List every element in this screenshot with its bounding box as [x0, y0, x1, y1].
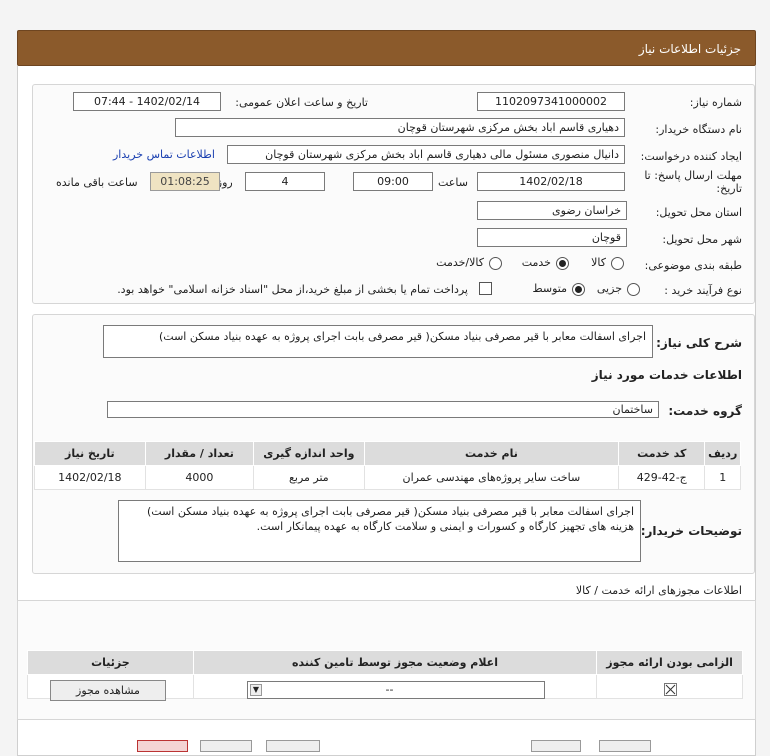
permits-title: اطلاعات مجوزهای ارائه خدمت / کالا: [575, 584, 742, 597]
x-mark-icon: [665, 684, 676, 695]
view-permit-button[interactable]: مشاهده مجوز: [50, 680, 166, 701]
announce-field: 1402/02/14 - 07:44: [73, 92, 221, 111]
cell-service-name: ساخت سایر پروژه‌های مهندسی عمران: [363, 465, 620, 490]
page-title: جزئیات اطلاعات نیاز: [638, 42, 741, 56]
buyer-notes-field: اجرای اسفالت معابر با قیر مصرفی بنیاد مس…: [118, 500, 641, 562]
category-radio-goods[interactable]: کالا: [584, 255, 624, 272]
radio-minor-label: جزیی: [596, 282, 622, 295]
cell-service-code: ج-42-429: [618, 465, 706, 490]
category-label: طبقه بندی موضوعی:: [644, 259, 742, 272]
radio-medium-label: متوسط: [532, 282, 567, 295]
deadline-label-2: تاریخ:: [716, 182, 742, 195]
purchase-radio-minor[interactable]: جزیی: [595, 281, 640, 298]
category-radio-goods-service[interactable]: کالا/خدمت: [426, 255, 502, 272]
deadline-label-1: مهلت ارسال پاسخ: تا: [644, 169, 742, 182]
radio-goods-label: کالا: [591, 256, 606, 269]
summary-label: شرح کلی نیاز:: [656, 336, 742, 350]
col-row: ردیف: [704, 441, 741, 466]
buyer-org-label: نام دستگاه خریدار:: [655, 123, 742, 136]
purchase-type-label: نوع فرآیند خرید :: [664, 284, 742, 297]
bottom-action-button-3[interactable]: [266, 740, 320, 752]
buyer-org-field: دهیاری قاسم اباد بخش مرکزی شهرستان قوچان: [175, 118, 625, 137]
col-need-date: تاریخ نیاز: [34, 441, 146, 466]
need-number-field: 1102097341000002: [477, 92, 625, 111]
province-field: خراسان رضوی: [477, 201, 627, 220]
province-label: استان محل تحویل:: [655, 206, 742, 219]
col-service-name: نام خدمت: [363, 441, 620, 466]
category-radio-service[interactable]: خدمت: [514, 255, 569, 272]
purchase-radio-medium[interactable]: متوسط: [527, 281, 585, 298]
bottom-action-button-5[interactable]: [599, 740, 651, 752]
radio-goods-circle[interactable]: [611, 257, 624, 270]
city-label: شهر محل تحویل:: [662, 233, 742, 246]
cell-unit: متر مربع: [253, 465, 365, 490]
deadline-time-label: ساعت: [438, 176, 468, 189]
treasury-checkbox[interactable]: [479, 282, 492, 295]
announce-label: تاریخ و ساعت اعلان عمومی:: [235, 96, 368, 109]
remaining-time-label: ساعت باقی مانده: [56, 176, 138, 189]
page-header: جزئیات اطلاعات نیاز: [17, 30, 756, 66]
services-title: اطلاعات خدمات مورد نیاز: [591, 368, 742, 382]
deadline-time-field: 09:00: [353, 172, 433, 191]
dropdown-arrow-icon[interactable]: ▼: [250, 684, 262, 696]
col-permit-details: جزئیات: [27, 650, 194, 675]
col-quantity: تعداد / مقدار: [144, 441, 255, 466]
bottom-action-button-2[interactable]: [200, 740, 252, 752]
days-field: 4: [245, 172, 325, 191]
radio-service-label: خدمت: [521, 256, 551, 269]
table-row: 1 ج-42-429 ساخت سایر پروژه‌های مهندسی عم…: [34, 465, 741, 490]
bottom-action-button-1[interactable]: [137, 740, 188, 752]
permit-status-value: --: [385, 683, 394, 696]
col-permit-required: الزامی بودن ارائه مجوز: [596, 650, 743, 675]
services-header-row: ردیف کد خدمت نام خدمت واحد اندازه گیری ت…: [34, 441, 741, 466]
radio-minor-circle[interactable]: [627, 283, 640, 296]
permit-required-checkbox[interactable]: [664, 683, 677, 696]
creator-label: ایجاد کننده درخواست:: [640, 150, 742, 163]
radio-service-circle[interactable]: [556, 257, 569, 270]
radio-goods-service-circle[interactable]: [489, 257, 502, 270]
services-table: ردیف کد خدمت نام خدمت واحد اندازه گیری ت…: [34, 441, 741, 490]
radio-goods-service-label: کالا/خدمت: [436, 256, 484, 269]
creator-field: دانیال منصوری مسئول مالی دهیاری قاسم ابا…: [227, 145, 625, 164]
summary-field: اجرای اسفالت معابر با قیر مصرفی بنیاد مس…: [103, 325, 653, 358]
col-permit-status: اعلام وضعیت مجوز توسط تامین کننده: [192, 650, 598, 675]
cell-row: 1: [704, 465, 741, 490]
service-group-label: گروه خدمت:: [668, 404, 742, 418]
city-field: قوچان: [477, 228, 627, 247]
service-group-field: ساختمان: [107, 401, 659, 418]
deadline-date-field: 1402/02/18: [477, 172, 625, 191]
cell-quantity: 4000: [144, 465, 255, 490]
buyer-notes-label: توضیحات خریدار:: [640, 524, 742, 538]
treasury-note: پرداخت تمام یا بخشی از مبلغ خرید،از محل …: [117, 283, 468, 296]
permits-header-row: الزامی بودن ارائه مجوز اعلام وضعیت مجوز …: [27, 650, 743, 675]
bottom-action-button-4[interactable]: [531, 740, 581, 752]
need-number-label: شماره نیاز:: [689, 96, 742, 109]
buyer-contact-link[interactable]: اطلاعات تماس خریدار: [113, 148, 215, 161]
remaining-time-field: 01:08:25: [150, 172, 220, 191]
permit-status-select[interactable]: -- ▼: [247, 681, 545, 699]
col-unit: واحد اندازه گیری: [253, 441, 365, 466]
radio-medium-circle[interactable]: [572, 283, 585, 296]
cell-need-date: 1402/02/18: [34, 465, 146, 490]
col-service-code: کد خدمت: [618, 441, 706, 466]
